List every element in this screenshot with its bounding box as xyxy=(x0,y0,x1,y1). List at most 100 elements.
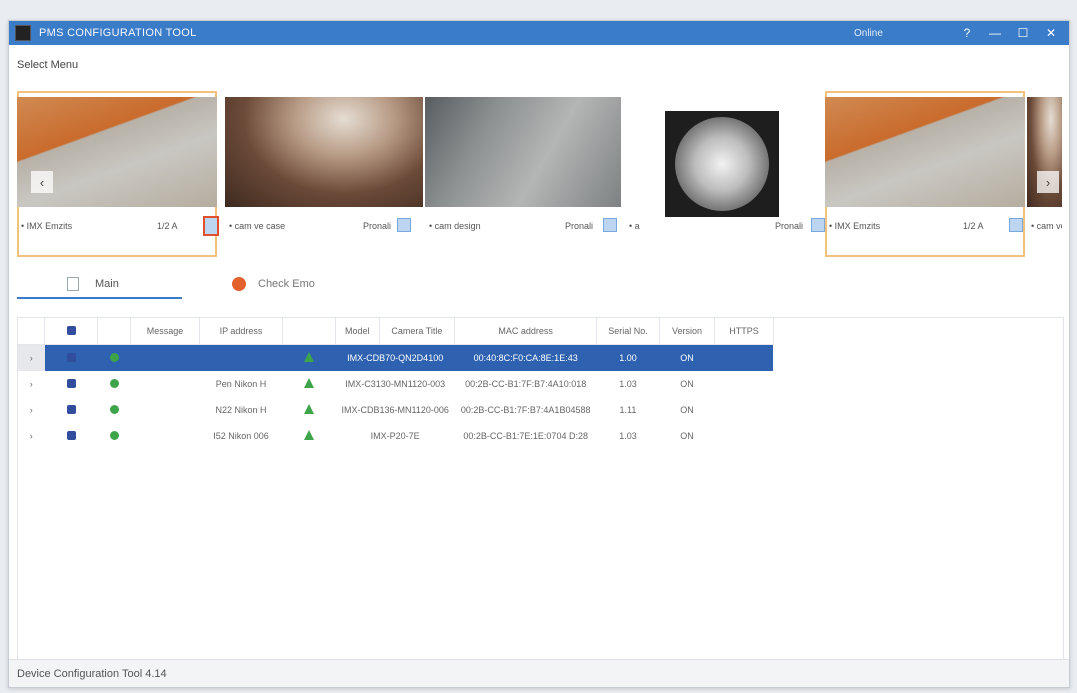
row-expander[interactable]: › xyxy=(18,344,45,371)
thumbnail-caption-right: Pronali xyxy=(775,221,804,231)
camera-thumbnail[interactable]: • a Pronali xyxy=(629,91,803,257)
status-cell xyxy=(98,397,131,423)
tab-check-label: Check Emo xyxy=(258,278,315,290)
camera-thumbnail[interactable]: • cam design Pronali xyxy=(425,91,621,257)
table-row[interactable]: › I52 Nikon 006 IMX-P20-7E 00:2B-CC-B1:7… xyxy=(18,423,773,449)
thumbnail-caption-right: 1/2 A xyxy=(157,221,178,231)
version-cell: ON xyxy=(659,344,715,371)
thumbnail-checkbox[interactable] xyxy=(397,218,411,232)
chevron-right-icon[interactable]: › xyxy=(1037,171,1059,193)
column-header-title[interactable]: Camera Title xyxy=(379,318,456,345)
camera-preview-image xyxy=(665,111,779,217)
thumbnail-checkbox[interactable] xyxy=(203,216,219,236)
camera-icon xyxy=(66,325,76,335)
tab-check[interactable]: Check Emo xyxy=(232,277,315,291)
column-header-https[interactable]: HTTPS xyxy=(714,318,774,345)
row-expander[interactable]: › xyxy=(18,371,45,397)
status-cell xyxy=(97,344,131,371)
app-logo-icon xyxy=(15,25,31,41)
user-cell xyxy=(283,423,336,449)
https-cell xyxy=(714,344,774,371)
thumbnail-caption-right: Pronali xyxy=(565,221,594,231)
minimize-button[interactable]: — xyxy=(981,21,1009,45)
help-button[interactable]: ? xyxy=(953,21,981,45)
version-cell: ON xyxy=(680,379,694,389)
column-header-status[interactable] xyxy=(97,318,131,345)
row-expander[interactable]: › xyxy=(18,423,45,449)
online-status-icon xyxy=(109,378,119,388)
serial-cell: 1.03 xyxy=(619,379,637,389)
chevron-left-icon[interactable]: ‹ xyxy=(31,171,53,193)
thumbnail-caption: • cam ve xyxy=(1031,221,1062,231)
column-header-serial[interactable]: Serial No. xyxy=(596,318,660,345)
online-status-icon xyxy=(109,430,119,440)
list-icon xyxy=(67,277,79,291)
table-header-row: Message IP address Model Camera Title MA… xyxy=(18,318,774,345)
view-tabs: Main Check Emo xyxy=(17,271,1062,301)
user-cell xyxy=(282,344,336,371)
device-cell xyxy=(44,344,98,371)
model-cell: IMX-CDB136-MN1120-006 xyxy=(341,405,449,415)
column-header-version[interactable]: Version xyxy=(659,318,715,345)
camera-preview-image xyxy=(425,97,621,207)
window-controls: ? — ☐ ✕ xyxy=(953,21,1065,45)
table-row[interactable]: › N22 Nikon H IMX-CDB136-MN1120-006 00:2… xyxy=(18,397,773,423)
ip-cell: N22 Nikon H xyxy=(215,405,267,415)
window-title: PMS CONFIGURATION TOOL xyxy=(39,27,197,39)
device-cell xyxy=(45,371,98,397)
user-icon xyxy=(304,404,314,414)
online-status-icon xyxy=(109,404,119,414)
thumbnail-caption-right: 1/2 A xyxy=(963,221,984,231)
column-header-expand xyxy=(18,318,45,345)
fisheye-lens-view xyxy=(675,117,769,211)
thumbnail-caption: • IMX Emzits xyxy=(21,221,73,231)
column-header-ip[interactable]: IP address xyxy=(199,318,283,345)
camera-thumbnail-strip: ‹ • IMX Emzits 1/2 A • cam ve case Prona… xyxy=(17,91,1062,261)
tab-main[interactable]: Main xyxy=(17,271,182,299)
ip-cell: Pen Nikon H xyxy=(215,379,267,389)
column-header-user[interactable] xyxy=(282,318,336,345)
table-row[interactable]: › IMX-CDB70-QN2D4100 00:40:8C:F0:CA:8E:1… xyxy=(18,344,774,371)
mac-cell: 00:2B-CC-B1:7F:B7:4A1B04588 xyxy=(460,405,591,415)
https-cell xyxy=(714,397,773,423)
device-table: Message IP address Model Camera Title MA… xyxy=(17,317,1064,675)
model-cell: IMX-CDB70-QN2D4100 xyxy=(335,344,455,371)
message-cell xyxy=(131,371,200,397)
serial-cell: 1.11 xyxy=(619,405,637,415)
serial-cell: 1.00 xyxy=(596,344,660,371)
camera-icon xyxy=(66,378,76,388)
camera-preview-image xyxy=(825,97,1025,207)
column-header-mac[interactable]: MAC address xyxy=(454,318,597,345)
column-header-message[interactable]: Message xyxy=(130,318,200,345)
camera-thumbnail[interactable]: ‹ • IMX Emzits 1/2 A xyxy=(17,91,217,257)
connection-status: Online xyxy=(854,27,883,39)
close-button[interactable]: ✕ xyxy=(1037,21,1065,45)
title-bar: PMS CONFIGURATION TOOL Online ? — ☐ ✕ xyxy=(9,21,1069,45)
ip-cell xyxy=(199,344,283,371)
camera-thumbnail[interactable]: • cam ve case Pronali xyxy=(225,91,423,257)
tab-main-label: Main xyxy=(95,278,119,290)
thumbnail-checkbox[interactable] xyxy=(1009,218,1023,232)
row-expander[interactable]: › xyxy=(18,397,45,423)
mac-cell: 00:2B-CC-B1:7F:B7:4A10:018 xyxy=(465,379,587,389)
message-cell xyxy=(130,344,200,371)
record-icon xyxy=(232,277,246,291)
version-cell: ON xyxy=(680,431,694,441)
select-menu-label: Select Menu xyxy=(17,59,79,71)
thumbnail-checkbox[interactable] xyxy=(811,218,825,232)
column-header-model[interactable]: Model xyxy=(335,318,380,345)
version-cell: ON xyxy=(680,405,694,415)
serial-cell: 1.03 xyxy=(619,431,637,441)
maximize-button[interactable]: ☐ xyxy=(1009,21,1037,45)
thumbnail-caption: • IMX Emzits xyxy=(829,221,881,231)
camera-thumbnail[interactable]: • IMX Emzits 1/2 A xyxy=(825,91,1025,257)
https-cell xyxy=(714,371,773,397)
status-cell xyxy=(98,423,131,449)
thumbnail-checkbox[interactable] xyxy=(603,218,617,232)
message-cell xyxy=(131,423,200,449)
user-cell xyxy=(283,371,336,397)
table-row[interactable]: › Pen Nikon H IMX-C3130-MN1120-003 00:2B… xyxy=(18,371,773,397)
status-bar-text: Device Configuration Tool 4.14 xyxy=(17,667,167,680)
user-icon xyxy=(304,352,314,362)
column-header-device[interactable] xyxy=(44,318,98,345)
